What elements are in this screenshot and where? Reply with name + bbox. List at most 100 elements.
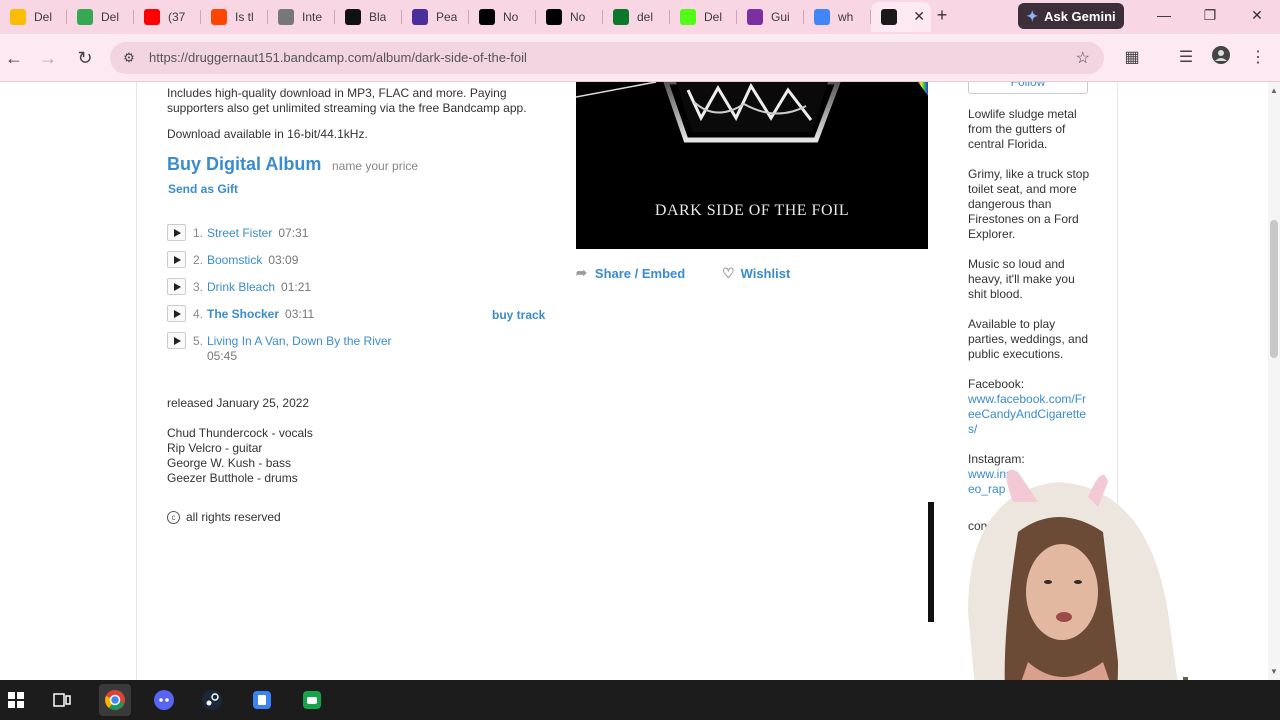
browser-tab[interactable]: Del xyxy=(0,2,67,32)
task-view-icon[interactable] xyxy=(46,684,78,716)
ask-gemini-label: Ask Gemini xyxy=(1044,8,1116,24)
media-control-icon[interactable]: ☰ xyxy=(1174,46,1198,70)
track-row: 2. Boomstick 03:09 xyxy=(167,251,547,271)
track-link[interactable]: Street Fister 07:31 xyxy=(207,226,308,240)
track-link[interactable]: The Shocker 03:11 xyxy=(207,307,314,321)
minimize-button[interactable]: — xyxy=(1152,5,1176,25)
share-embed-label[interactable]: Share / Embed xyxy=(595,266,685,281)
track-row: 1. Street Fister 07:31 xyxy=(167,224,547,244)
globe-icon xyxy=(278,9,294,25)
browser-tab[interactable]: No xyxy=(469,2,536,32)
price-label: name your price xyxy=(332,159,419,173)
credit-line: George W. Kush - bass xyxy=(167,456,292,470)
tab-title: Is tl xyxy=(235,10,254,24)
tab-title: Gui xyxy=(771,10,790,24)
scroll-up-arrow-icon[interactable]: ▲ xyxy=(1270,86,1278,95)
send-as-gift-link[interactable]: Send as Gift xyxy=(168,182,238,196)
browser-tab[interactable]: (37 xyxy=(134,2,201,32)
game-controller-taskbar-icon[interactable] xyxy=(296,684,328,716)
browser-tab[interactable]: Del xyxy=(67,2,134,32)
format-note: Download available in 16-bit/44.1kHz. xyxy=(167,127,368,141)
tab-title: Del xyxy=(101,10,120,24)
browser-tab[interactable]: Del xyxy=(670,2,737,32)
page-scrollbar[interactable]: ▲ ▼ xyxy=(1268,82,1280,680)
track-link[interactable]: Drink Bleach 01:21 xyxy=(207,280,311,294)
discord-taskbar-icon[interactable] xyxy=(148,684,180,716)
new-tab-button[interactable]: + xyxy=(932,5,952,25)
site-info-icon[interactable]: ⚙ xyxy=(120,49,138,67)
buy-track-link[interactable]: buy track xyxy=(492,308,545,322)
play-icon[interactable] xyxy=(167,278,186,295)
windows-start-icon[interactable] xyxy=(0,684,32,716)
track-link[interactable]: Boomstick 03:09 xyxy=(207,253,298,267)
x-icon xyxy=(479,9,495,25)
forward-arrow-icon[interactable]: → xyxy=(36,46,60,70)
app-taskbar-icon[interactable] xyxy=(246,684,278,716)
tab-title: Inte xyxy=(302,10,323,24)
track-number: 4. xyxy=(193,307,204,321)
follow-button[interactable]: Follow xyxy=(968,82,1088,94)
tab-title: Del xyxy=(34,10,53,24)
heart-icon: ♡ xyxy=(722,265,735,281)
download-description: Includes high-quality download in MP3, F… xyxy=(167,86,527,115)
track-title[interactable]: Living In A Van, Down By the River xyxy=(207,334,392,348)
release-date: released January 25, 2022 xyxy=(167,396,310,410)
track-number: 5. xyxy=(193,334,204,348)
track-title[interactable]: Drink Bleach xyxy=(207,280,275,294)
share-icon: ➦ xyxy=(576,265,587,280)
play-icon[interactable] xyxy=(167,224,186,241)
facebook-label: Facebook: xyxy=(968,377,1025,391)
browser-tab[interactable]: del xyxy=(603,2,670,32)
browser-menu-icon[interactable]: ⋮ xyxy=(1246,46,1270,70)
scroll-down-arrow-icon[interactable]: ▼ xyxy=(1270,667,1278,676)
close-tab-icon[interactable]: ✕ xyxy=(913,8,925,25)
facebook-link[interactable]: www.facebook.com/FreeCandyAndCigarettes/ xyxy=(968,392,1090,437)
play-icon[interactable] xyxy=(167,305,186,322)
address-bar[interactable]: ⚙ https://druggernaut151.bandcamp.com/al… xyxy=(110,42,1104,74)
close-window-button[interactable]: ✕ xyxy=(1245,5,1269,25)
browser-tab-active[interactable]: ✕ xyxy=(871,2,931,32)
steam-taskbar-icon[interactable] xyxy=(196,684,228,716)
reload-icon[interactable]: ↻ xyxy=(73,46,97,70)
share-embed-button[interactable]: ➦ Share / Embed xyxy=(576,265,685,281)
track-title[interactable]: Street Fister xyxy=(207,226,272,240)
ask-gemini-button[interactable]: ✦ Ask Gemini xyxy=(1018,3,1124,29)
album-art-title: DARK SIDE OF THE FOIL xyxy=(654,202,850,219)
bookmark-star-icon[interactable]: ☆ xyxy=(1076,48,1090,68)
track-number: 3. xyxy=(193,280,204,294)
credit-line: Chud Thundercock - vocals xyxy=(167,426,313,440)
browser-tab[interactable]: Gui xyxy=(737,2,804,32)
track-row: 4. The Shocker 03:11 xyxy=(167,305,547,325)
tab-title: No xyxy=(570,10,586,24)
browser-tab[interactable]: Bla xyxy=(335,2,402,32)
wishlist-label[interactable]: Wishlist xyxy=(741,266,791,281)
track-title[interactable]: Boomstick xyxy=(207,253,262,267)
track-duration: 03:11 xyxy=(285,307,315,321)
browser-tab[interactable]: Is tl xyxy=(201,2,268,32)
wishlist-button[interactable]: ♡ Wishlist xyxy=(722,265,790,282)
bio-paragraph: Music so loud and heavy, it'll make you … xyxy=(968,257,1075,301)
buy-digital-album-button[interactable]: Buy Digital Album xyxy=(167,154,321,175)
credits-list: Chud Thundercock - vocals Rip Velcro - g… xyxy=(167,426,313,486)
profile-avatar-icon[interactable] xyxy=(1209,46,1233,70)
back-arrow-icon[interactable]: ← xyxy=(2,46,26,70)
kick-icon xyxy=(680,9,696,25)
play-icon[interactable] xyxy=(167,251,186,268)
play-icon[interactable] xyxy=(167,332,186,349)
scrollbar-thumb[interactable] xyxy=(1270,220,1278,358)
chrome-taskbar-icon[interactable] xyxy=(99,684,131,716)
browser-tab[interactable]: Pea xyxy=(402,2,469,32)
extensions-puzzle-icon[interactable]: ▦ xyxy=(1120,46,1144,70)
reddit-icon xyxy=(211,9,227,25)
url-text[interactable]: https://druggernaut151.bandcamp.com/albu… xyxy=(149,50,527,65)
bandcamp-icon xyxy=(881,9,897,25)
tab-title: Pea xyxy=(436,10,458,24)
browser-tab[interactable]: wh xyxy=(804,2,871,32)
copyright-icon: c xyxy=(167,511,180,524)
restore-button[interactable]: ❐ xyxy=(1198,5,1222,25)
browser-tab[interactable]: Inte xyxy=(268,2,335,32)
browser-tab[interactable]: No xyxy=(536,2,603,32)
album-art[interactable]: DARK SIDE OF THE FOIL xyxy=(576,82,928,249)
track-title[interactable]: The Shocker xyxy=(207,307,279,321)
track-duration: 05:45 xyxy=(207,349,238,363)
